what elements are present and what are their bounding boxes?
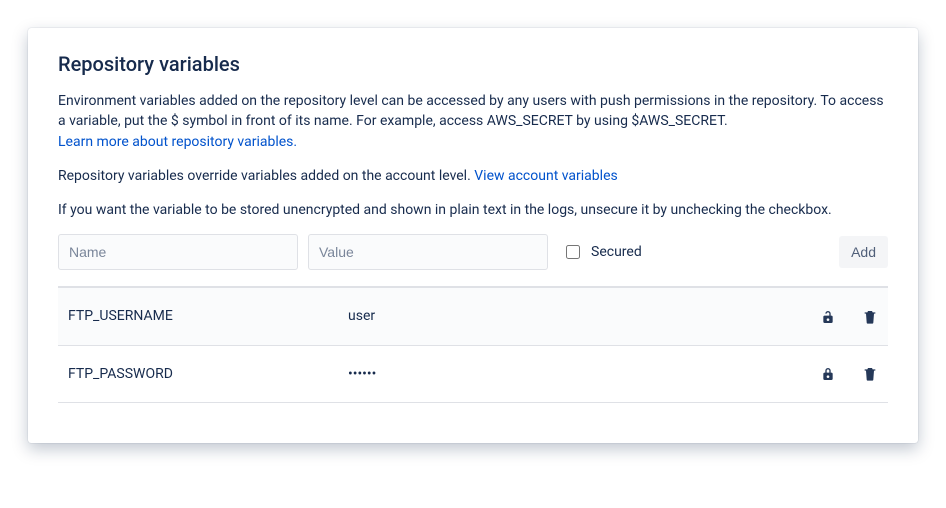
variable-name: FTP_PASSWORD [68, 364, 348, 384]
description-line: Environment variables added on the repos… [58, 93, 884, 129]
description-text: Environment variables added on the repos… [58, 91, 888, 152]
override-note: Repository variables override variables … [58, 166, 888, 186]
override-note-text: Repository variables override variables … [58, 168, 474, 184]
repository-variables-panel: Repository variables Environment variabl… [28, 28, 918, 443]
add-button[interactable]: Add [839, 236, 888, 268]
secured-label: Secured [591, 242, 642, 262]
variable-value-input[interactable] [308, 234, 548, 270]
row-actions [820, 309, 878, 325]
unsecure-note: If you want the variable to be stored un… [58, 200, 888, 220]
secured-checkbox[interactable] [566, 245, 580, 259]
variable-row: FTP_PASSWORD •••••• [58, 346, 888, 403]
page-title: Repository variables [58, 50, 888, 79]
secured-toggle[interactable]: Secured [562, 242, 642, 262]
variable-row: FTP_USERNAME user [58, 288, 888, 345]
variable-name-input[interactable] [58, 234, 298, 270]
variable-value: user [348, 306, 820, 326]
row-actions [820, 366, 878, 382]
trash-icon[interactable] [862, 366, 878, 382]
add-variable-form: Secured Add [58, 234, 888, 288]
view-account-variables-link[interactable]: View account variables [474, 168, 617, 184]
variable-name: FTP_USERNAME [68, 306, 348, 326]
learn-more-link[interactable]: Learn more about repository variables. [58, 134, 297, 150]
lock-icon[interactable] [820, 366, 836, 382]
variable-value: •••••• [348, 364, 820, 384]
trash-icon[interactable] [862, 309, 878, 325]
unlock-icon[interactable] [820, 309, 836, 325]
